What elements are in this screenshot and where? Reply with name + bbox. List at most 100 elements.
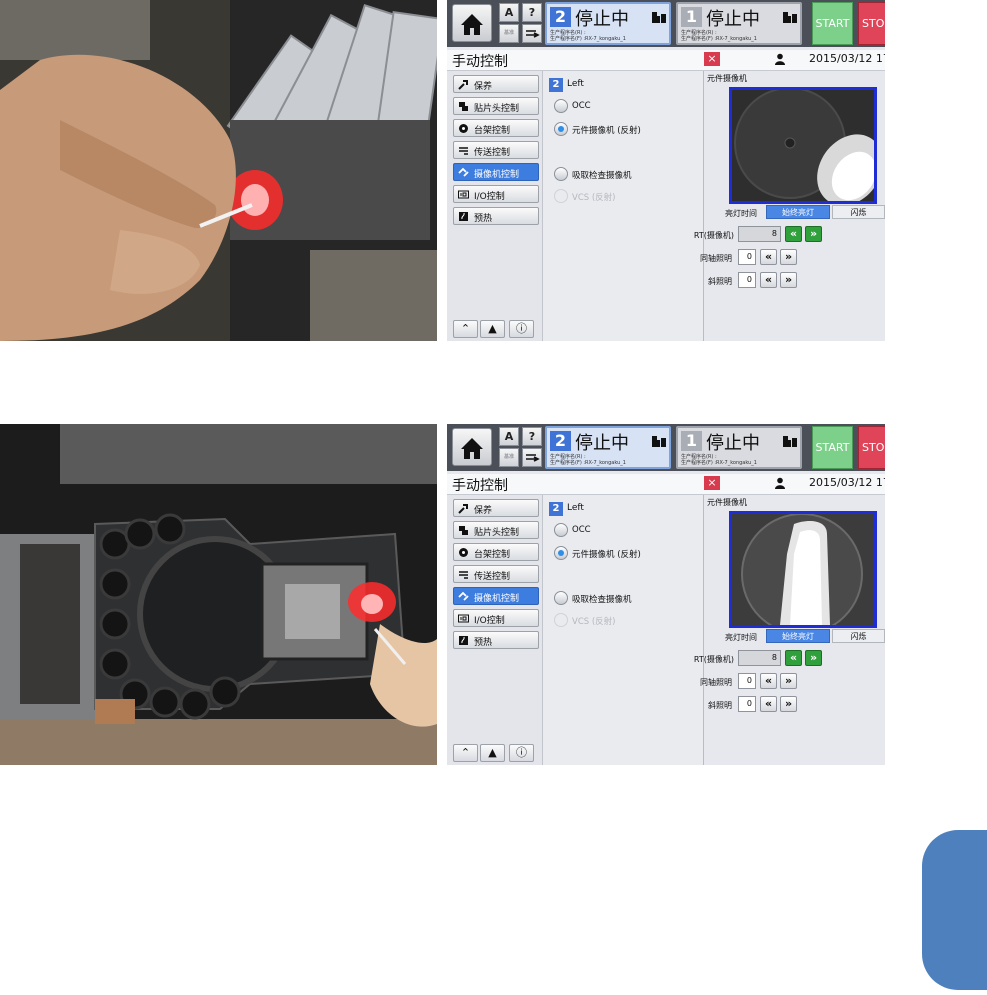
double-right-icon: »: [809, 227, 818, 240]
oblique-decrease-button[interactable]: «: [760, 696, 777, 712]
rt-decrease-button[interactable]: «: [785, 226, 802, 242]
oblique-label: 斜照明: [708, 701, 732, 710]
info-button[interactable]: ⓘ: [509, 320, 534, 338]
lane-1-status[interactable]: 1 停止中 生产程序名(R) : 生产程序名(F) :RX-7_kongaku_1: [676, 426, 802, 469]
photo-nozzle-unit: [0, 424, 437, 765]
lane-2-status[interactable]: 2 停止中 生产程序名(R) : 生产程序名(F) :RX-7_kongaku_1: [545, 426, 671, 469]
datetime: 2015/03/12 17:0: [809, 476, 885, 489]
menu-item-gantry-control[interactable]: 台架控制: [453, 543, 539, 561]
camera-title: 元件摄像机: [707, 74, 747, 83]
tab-always-on[interactable]: 始终亮灯: [766, 629, 830, 643]
io-icon: [458, 614, 469, 623]
collapse-icon: ⌃: [460, 322, 471, 335]
pcb-icon: [783, 436, 797, 447]
radio-button[interactable]: [554, 167, 568, 181]
menu-item-preheat[interactable]: 预热: [453, 207, 539, 225]
menu-item-head-control[interactable]: 贴片头控制: [453, 97, 539, 115]
coaxial-value-field[interactable]: 0: [738, 673, 756, 689]
coaxial-increase-button[interactable]: »: [780, 673, 797, 689]
language-icon: A: [504, 6, 514, 19]
maintenance-icon: [458, 504, 468, 514]
warning-button[interactable]: ▲: [480, 744, 505, 762]
menu-item-conveyor-control[interactable]: 传送控制: [453, 141, 539, 159]
reference-button[interactable]: 基准: [499, 448, 519, 467]
photo-head-nozzles: [0, 0, 437, 341]
reference-button[interactable]: 基准: [499, 24, 519, 43]
tab-always-on[interactable]: 始终亮灯: [766, 205, 830, 219]
radio-button-selected[interactable]: [554, 546, 568, 560]
oblique-decrease-button[interactable]: «: [760, 272, 777, 288]
help-button[interactable]: ?: [522, 427, 542, 446]
radio-button[interactable]: [554, 523, 568, 537]
close-button[interactable]: ×: [704, 476, 720, 490]
double-left-icon: «: [764, 674, 773, 687]
lane-program-info: 生产程序名(R) : 生产程序名(F) :RX-7_kongaku_1: [550, 30, 626, 42]
rt-decrease-button[interactable]: «: [785, 650, 802, 666]
start-button[interactable]: START: [812, 2, 853, 45]
home-icon: [461, 14, 483, 35]
rt-increase-button[interactable]: »: [805, 650, 822, 666]
lane-select-label: Left: [567, 503, 584, 513]
home-button[interactable]: [452, 428, 492, 466]
lane-status-text: 停止中: [575, 9, 629, 30]
help-button[interactable]: ?: [522, 3, 542, 22]
oblique-increase-button[interactable]: »: [780, 272, 797, 288]
menu-item-gantry-control[interactable]: 台架控制: [453, 119, 539, 137]
light-time-label: 亮灯时间: [725, 209, 757, 218]
oblique-value-field[interactable]: 0: [738, 272, 756, 288]
camera-select-pane: 2 Left OCC 元件摄像机 (反射) 吸取检查摄像机 VCS (反射): [543, 495, 704, 765]
pcb-icon: [652, 12, 666, 23]
transfer-button[interactable]: [522, 24, 542, 43]
language-button[interactable]: A: [499, 427, 519, 446]
conveyor-icon: [459, 571, 468, 579]
lane-number: 1: [681, 7, 702, 27]
stop-button[interactable]: STO: [858, 426, 885, 469]
tab-flash[interactable]: 闪烁: [832, 629, 885, 643]
oblique-value-field[interactable]: 0: [738, 696, 756, 712]
menu-item-camera-control[interactable]: 摄像机控制: [453, 587, 539, 605]
collapse-button[interactable]: ⌃: [453, 744, 478, 762]
menu-item-conveyor-control[interactable]: 传送控制: [453, 565, 539, 583]
transfer-icon: [526, 454, 540, 462]
menu-item-io-control[interactable]: I/O控制: [453, 609, 539, 627]
double-left-icon: «: [764, 250, 773, 263]
radio-button[interactable]: [554, 591, 568, 605]
page-title: 手动控制: [452, 54, 508, 70]
radio-button[interactable]: [554, 99, 568, 113]
tab-flash[interactable]: 闪烁: [832, 205, 885, 219]
lane-status-text: 停止中: [575, 433, 629, 454]
oblique-increase-button[interactable]: »: [780, 696, 797, 712]
coaxial-increase-button[interactable]: »: [780, 249, 797, 265]
menu-item-io-control[interactable]: I/O控制: [453, 185, 539, 203]
language-button[interactable]: A: [499, 3, 519, 22]
light-time-label: 亮灯时间: [725, 633, 757, 642]
lane-2-status[interactable]: 2 停止中 生产程序名(R) : 生产程序名(F) :RX-7_kongaku_1: [545, 2, 671, 45]
close-button[interactable]: ×: [704, 52, 720, 66]
lane-status-text: 停止中: [706, 433, 760, 454]
menu-item-head-control[interactable]: 贴片头控制: [453, 521, 539, 539]
coaxial-decrease-button[interactable]: «: [760, 249, 777, 265]
double-left-icon: «: [789, 651, 798, 664]
home-button[interactable]: [452, 4, 492, 42]
camera-pane: 元件摄像机 亮灯时间 始终亮灯 闪烁 RT(摄像机) 8 « » 同轴照明 0 …: [694, 495, 885, 765]
start-button[interactable]: START: [812, 426, 853, 469]
coaxial-decrease-button[interactable]: «: [760, 673, 777, 689]
menu-item-maintenance[interactable]: 保养: [453, 499, 539, 517]
lane-1-status[interactable]: 1 停止中 生产程序名(R) : 生产程序名(F) :RX-7_kongaku_1: [676, 2, 802, 45]
stop-button[interactable]: STO: [858, 2, 885, 45]
info-button[interactable]: ⓘ: [509, 744, 534, 762]
warning-button[interactable]: ▲: [480, 320, 505, 338]
camera-view: [729, 511, 877, 628]
lane-number: 2: [550, 7, 571, 27]
rt-increase-button[interactable]: »: [805, 226, 822, 242]
coaxial-value-field[interactable]: 0: [738, 249, 756, 265]
info-icon: ⓘ: [516, 322, 527, 335]
menu-item-camera-control[interactable]: 摄像机控制: [453, 163, 539, 181]
menu-item-preheat[interactable]: 预热: [453, 631, 539, 649]
rt-value-field[interactable]: 8: [738, 226, 781, 242]
menu-item-maintenance[interactable]: 保养: [453, 75, 539, 93]
collapse-button[interactable]: ⌃: [453, 320, 478, 338]
rt-value-field[interactable]: 8: [738, 650, 781, 666]
transfer-button[interactable]: [522, 448, 542, 467]
radio-button-selected[interactable]: [554, 122, 568, 136]
